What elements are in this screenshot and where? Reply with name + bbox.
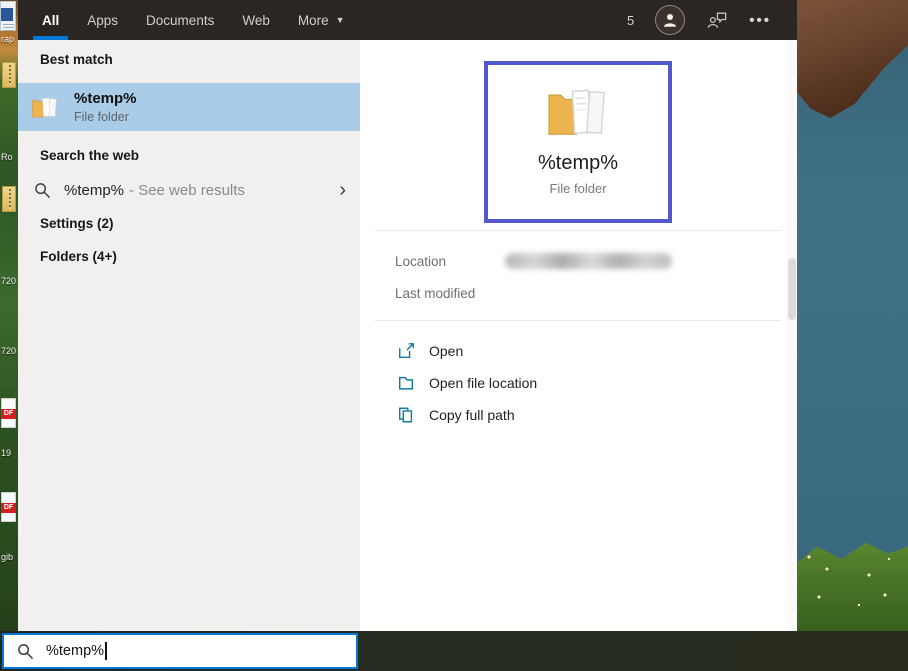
preview-card: %temp% File folder	[484, 61, 672, 223]
desktop-label-fragment: 720	[1, 276, 16, 286]
taskbar: %temp% e ❖	[0, 631, 908, 671]
person-icon	[661, 11, 679, 29]
chevron-right-icon[interactable]: ›	[339, 180, 346, 200]
file-folder-icon	[542, 82, 614, 140]
best-match-header: Best match	[40, 52, 113, 67]
pdf-file-icon: DF	[1, 398, 16, 428]
divider	[375, 320, 782, 321]
folder-location-icon	[397, 374, 415, 392]
tab-apps[interactable]: Apps	[73, 0, 132, 40]
wallpaper-grass	[797, 539, 908, 631]
preview-title: %temp%	[538, 152, 618, 175]
desktop-label-fragment: rap	[1, 34, 14, 44]
desktop-wallpaper-left: rap Ro 720 720 DF 19 DF gib	[0, 0, 18, 631]
open-icon	[397, 342, 415, 360]
filter-tabs: All Apps Documents Web More▼	[28, 0, 359, 40]
copy-full-path-action[interactable]: Copy full path	[397, 402, 515, 428]
user-avatar[interactable]	[655, 5, 685, 35]
web-result-suffix: - See web results	[129, 182, 245, 199]
scrollbar[interactable]	[787, 40, 797, 631]
topbar-right-group: 5 •••	[627, 5, 771, 35]
desktop-label-fragment: gib	[1, 552, 13, 562]
tab-more[interactable]: More▼	[284, 0, 359, 40]
tab-documents[interactable]: Documents	[132, 0, 228, 40]
location-value-redacted	[505, 253, 672, 269]
desktop-label-fragment: 720	[1, 346, 16, 356]
folders-group-header[interactable]: Folders (4+)	[40, 249, 117, 264]
search-icon	[17, 643, 34, 660]
best-match-subtitle: File folder	[74, 110, 137, 124]
search-icon	[34, 182, 51, 199]
best-match-result[interactable]: %temp% File folder	[18, 83, 360, 131]
search-results-panel: Best match %temp% File folder Search the…	[18, 40, 360, 631]
windows-search-screen: rap Ro 720 720 DF 19 DF gib All Apps Doc…	[0, 0, 908, 671]
zip-folder-icon	[2, 186, 16, 212]
text-cursor	[105, 642, 107, 660]
settings-group-header[interactable]: Settings (2)	[40, 216, 114, 231]
notification-count: 5	[627, 13, 634, 28]
last-modified-label: Last modified	[395, 286, 475, 301]
search-filter-bar: All Apps Documents Web More▼ 5 •••	[18, 0, 797, 40]
chevron-down-icon: ▼	[336, 15, 345, 25]
web-search-result[interactable]: %temp% - See web results ›	[18, 173, 360, 207]
search-the-web-header: Search the web	[40, 148, 139, 163]
preview-subtitle: File folder	[549, 181, 606, 196]
taskbar-search-input[interactable]: %temp%	[2, 633, 358, 669]
feedback-icon[interactable]	[706, 10, 728, 30]
desktop-wallpaper-right	[797, 0, 908, 631]
open-action[interactable]: Open	[397, 338, 463, 364]
file-folder-icon	[30, 94, 60, 120]
copy-icon	[397, 406, 415, 424]
more-options-icon[interactable]: •••	[749, 12, 771, 29]
tab-web[interactable]: Web	[228, 0, 284, 40]
web-result-query: %temp%	[64, 182, 124, 199]
wallpaper-cliff	[797, 0, 908, 118]
pdf-file-icon: DF	[1, 492, 16, 522]
word-document-icon	[0, 1, 16, 31]
desktop-label-fragment: 19	[1, 448, 11, 458]
desktop-label-fragment: Ro	[1, 152, 13, 162]
divider	[375, 230, 782, 231]
tab-all[interactable]: All	[28, 0, 73, 40]
result-preview-panel: %temp% File folder Location Last modifie…	[360, 40, 797, 631]
scrollbar-thumb[interactable]	[788, 258, 796, 320]
zip-folder-icon	[2, 62, 16, 88]
search-input-value: %temp%	[46, 643, 104, 659]
location-label: Location	[395, 254, 446, 269]
best-match-title: %temp%	[74, 90, 137, 107]
open-file-location-action[interactable]: Open file location	[397, 370, 537, 396]
